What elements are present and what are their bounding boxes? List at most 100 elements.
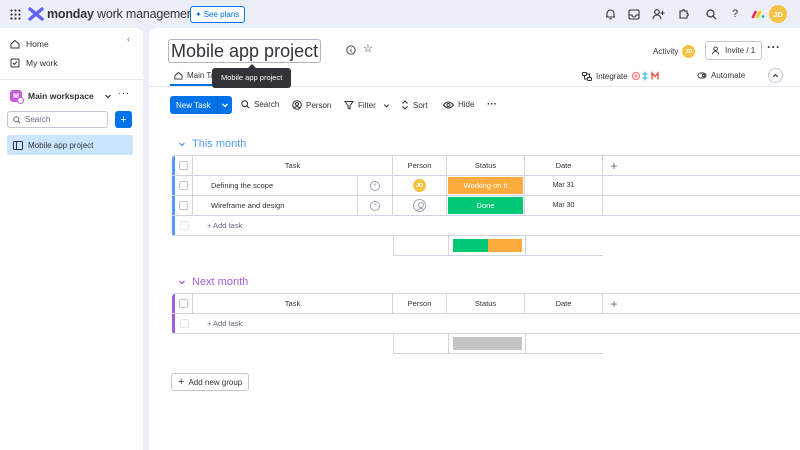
sort-button[interactable]: Sort xyxy=(401,100,428,110)
chevron-down-icon xyxy=(104,92,112,100)
date-cell[interactable]: Mar 30 xyxy=(525,196,603,215)
status-summary-cell[interactable] xyxy=(448,334,526,354)
date-column-header[interactable]: Date xyxy=(525,294,603,313)
add-task-row: + Add task xyxy=(172,314,800,334)
status-summary-cell[interactable] xyxy=(448,236,526,256)
add-task-input[interactable]: + Add task xyxy=(193,216,493,235)
person-column-header[interactable]: Person xyxy=(393,294,447,313)
status-column-header[interactable]: Status xyxy=(447,294,525,313)
status-cell[interactable]: Done xyxy=(447,196,525,215)
table-row: Wireframe and design + Done Mar 30 xyxy=(172,196,800,216)
status-distribution-done xyxy=(453,239,488,252)
board-main: Mobile app project ☆ Activity JD Invite … xyxy=(149,28,800,450)
table-header-row: Task Person Status Date + xyxy=(172,156,800,176)
person-cell[interactable]: JD xyxy=(393,176,447,195)
workspace-selector[interactable]: M Main workspace xyxy=(10,90,112,104)
row-checkbox[interactable] xyxy=(179,201,188,210)
row-checkbox[interactable] xyxy=(179,181,188,190)
search-button[interactable]: Search xyxy=(241,100,279,109)
integration-app-icon xyxy=(631,71,660,81)
integrate-icon xyxy=(582,71,592,81)
automate-button[interactable]: Automate xyxy=(697,71,745,80)
top-bar: monday work management ✦ See plans ? JD xyxy=(0,0,800,28)
sort-icon xyxy=(401,100,409,110)
header-checkbox-cell xyxy=(175,156,193,175)
sidebar-search-input[interactable]: Search xyxy=(7,111,108,128)
add-item-button[interactable]: + xyxy=(115,111,132,128)
toolbar-more-icon[interactable]: ··· xyxy=(487,99,497,110)
select-all-checkbox[interactable] xyxy=(179,161,188,170)
integrate-button[interactable]: Integrate xyxy=(582,71,660,81)
add-column-icon[interactable]: + xyxy=(603,156,625,175)
person-avatar: JD xyxy=(413,179,426,192)
add-new-group-button[interactable]: + Add new group xyxy=(171,373,250,391)
inbox-icon[interactable] xyxy=(626,6,642,22)
eye-icon xyxy=(443,101,454,109)
workspace-more-icon[interactable]: ··· xyxy=(118,88,130,99)
add-task-input[interactable]: + Add task xyxy=(193,314,493,333)
see-plans-button[interactable]: ✦ See plans xyxy=(190,6,246,23)
sidebar-item-home[interactable]: Home xyxy=(10,39,49,49)
monday-logo-icon xyxy=(28,7,44,21)
add-update-cell: + xyxy=(358,176,393,195)
new-task-dropdown-icon[interactable] xyxy=(216,96,232,114)
person-filter-button[interactable]: Person xyxy=(292,100,331,110)
add-update-icon[interactable]: + xyxy=(370,200,380,211)
my-work-icon xyxy=(10,58,20,68)
date-cell[interactable]: Mar 31 xyxy=(525,176,603,195)
collapse-sidebar-icon[interactable]: ‹ xyxy=(127,34,130,44)
date-column-header[interactable]: Date xyxy=(525,156,603,175)
apps-marketplace-icon[interactable] xyxy=(675,6,691,22)
status-distribution-empty xyxy=(453,337,522,350)
hide-columns-button[interactable]: Hide xyxy=(443,100,474,109)
workspace-badge: M xyxy=(10,90,24,104)
person-cell[interactable] xyxy=(393,196,447,215)
add-row-checkbox xyxy=(179,319,189,328)
activity-button[interactable]: Activity JD xyxy=(653,45,696,58)
add-column-icon[interactable]: + xyxy=(603,294,625,313)
group-this-month-header[interactable]: This month xyxy=(178,138,246,150)
chevron-up-icon xyxy=(772,72,779,79)
chevron-down-icon[interactable] xyxy=(178,278,186,286)
task-name-cell[interactable]: Defining the scope xyxy=(193,176,358,195)
activity-avatar: JD xyxy=(682,45,696,58)
info-icon[interactable] xyxy=(346,45,356,55)
group-next-month-header[interactable]: Next month xyxy=(178,276,248,288)
sidebar-item-my-work[interactable]: My work xyxy=(10,58,58,68)
row-checkbox-cell xyxy=(175,176,193,195)
select-all-checkbox[interactable] xyxy=(179,299,188,308)
add-task-row: + Add task xyxy=(172,216,800,236)
add-update-icon[interactable]: + xyxy=(370,180,380,191)
group-summary-row xyxy=(393,334,603,354)
board-title[interactable]: Mobile app project xyxy=(168,39,322,63)
chevron-down-icon[interactable] xyxy=(178,140,186,148)
sidebar-item-mobile-app-project[interactable]: Mobile app project xyxy=(7,135,133,155)
monday-apps-logo-icon[interactable] xyxy=(751,8,765,20)
bell-icon[interactable] xyxy=(602,6,618,22)
task-column-header[interactable]: Task xyxy=(193,294,393,313)
status-column-header[interactable]: Status xyxy=(447,156,525,175)
apps-grid-icon[interactable] xyxy=(10,9,21,20)
filter-button[interactable]: Filter xyxy=(344,100,390,110)
task-column-header[interactable]: Task xyxy=(193,156,393,175)
table-row: Defining the scope + JD Working on it Ma… xyxy=(172,176,800,196)
person-icon xyxy=(292,100,302,110)
search-icon[interactable] xyxy=(703,6,719,22)
new-task-button[interactable]: New Task xyxy=(170,96,232,114)
invite-members-icon[interactable] xyxy=(650,6,666,22)
add-row-checkbox-cell xyxy=(175,314,193,333)
status-distribution-working xyxy=(487,239,522,252)
collapse-header-button[interactable] xyxy=(768,68,783,83)
row-checkbox-cell xyxy=(175,196,193,215)
task-name-cell[interactable]: Wireframe and design xyxy=(193,196,358,215)
favorite-star-icon[interactable]: ☆ xyxy=(363,42,373,55)
user-avatar[interactable]: JD xyxy=(769,5,787,23)
tab-main-table[interactable]: Main Ta xyxy=(174,71,215,80)
help-icon[interactable]: ? xyxy=(727,6,743,22)
search-icon xyxy=(241,100,250,109)
status-cell[interactable]: Working on it xyxy=(447,176,525,195)
header-checkbox-cell xyxy=(175,294,193,313)
board-more-icon[interactable]: ··· xyxy=(767,40,781,54)
person-column-header[interactable]: Person xyxy=(393,156,447,175)
invite-button[interactable]: Invite / 1 xyxy=(705,41,763,60)
